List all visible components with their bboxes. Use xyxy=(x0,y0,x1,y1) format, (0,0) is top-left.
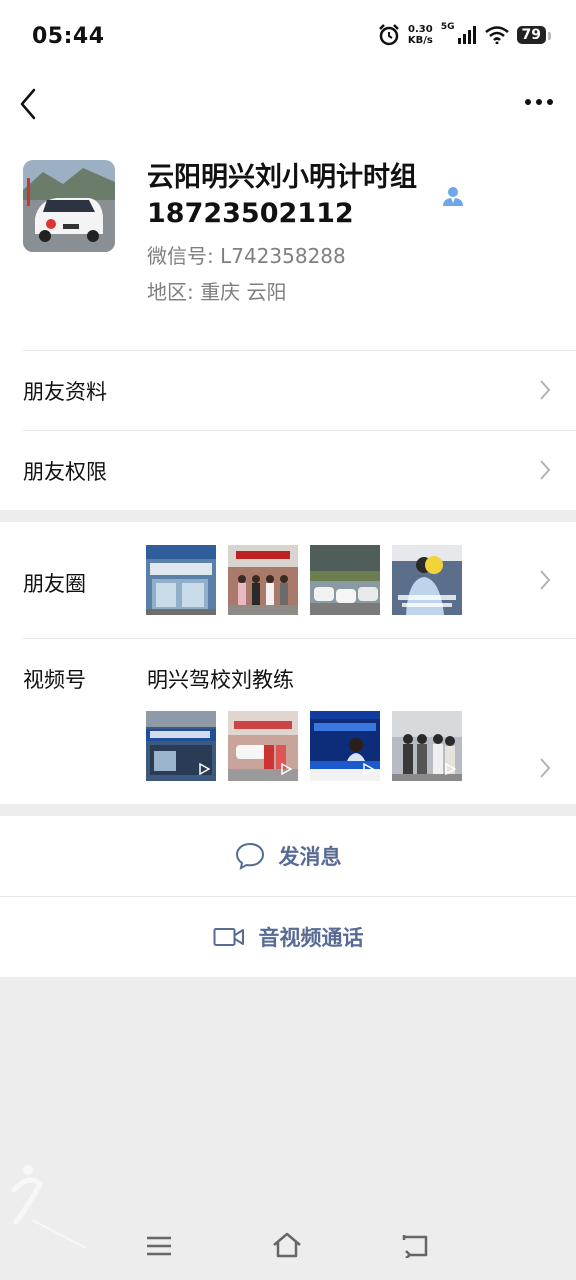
network-type: 5G xyxy=(440,22,455,32)
play-icon xyxy=(199,763,210,775)
send-message-label: 发消息 xyxy=(278,845,342,869)
channel-video-thumbnail[interactable] xyxy=(392,711,462,781)
chevron-left-icon[interactable] xyxy=(14,84,44,124)
contact-icon xyxy=(443,187,463,206)
channels-row[interactable]: 视频号 明兴驾校刘教练 xyxy=(0,638,576,804)
profile-name: 云阳明兴刘小明计时组18723502112 xyxy=(147,162,417,229)
moments-channels-group: 朋友圈 视频号 明兴驾校刘教练 xyxy=(0,522,576,804)
channels-label: 视频号 xyxy=(23,668,86,692)
friend-info-label: 朋友资料 xyxy=(23,380,107,404)
moments-thumbnail[interactable] xyxy=(392,545,462,615)
more-icon[interactable] xyxy=(524,96,554,108)
friend-permissions-label: 朋友权限 xyxy=(23,460,107,484)
video-camera-icon xyxy=(213,928,244,946)
friend-info-row[interactable]: 朋友资料 xyxy=(0,350,576,430)
avatar[interactable] xyxy=(23,160,115,252)
signal-icon xyxy=(457,26,476,44)
play-icon xyxy=(363,763,374,775)
channel-video-thumbnail[interactable] xyxy=(228,711,298,781)
battery-level: 79 xyxy=(516,26,552,44)
friend-settings-group: 朋友资料 朋友权限 xyxy=(0,350,576,510)
status-time: 05:44 xyxy=(32,24,105,49)
chevron-right-icon xyxy=(540,570,551,590)
alarm-icon xyxy=(378,24,399,46)
home-icon[interactable] xyxy=(272,1232,302,1258)
moments-thumbnail[interactable] xyxy=(310,545,380,615)
menu-icon[interactable] xyxy=(146,1236,172,1256)
chat-bubble-icon xyxy=(235,842,264,870)
net-speed: 0.30 KB/s xyxy=(407,24,433,46)
profile-header: 云阳明兴刘小明计时组18723502112 微信号: L742358288 地区… xyxy=(0,136,576,350)
play-icon xyxy=(445,763,456,775)
send-message-button[interactable]: 发消息 xyxy=(0,816,576,896)
channel-video-thumbnail[interactable] xyxy=(146,711,216,781)
chevron-right-icon xyxy=(540,460,551,480)
chevron-right-icon xyxy=(540,380,551,400)
wifi-icon xyxy=(484,26,509,44)
video-call-button[interactable]: 音视频通话 xyxy=(0,897,576,977)
region: 地区: 重庆 云阳 xyxy=(147,280,287,304)
play-icon xyxy=(281,763,292,775)
moments-label: 朋友圈 xyxy=(23,572,86,596)
channel-video-thumbnail[interactable] xyxy=(310,711,380,781)
video-call-label: 音视频通话 xyxy=(258,926,364,950)
moments-thumbnail[interactable] xyxy=(146,545,216,615)
moments-thumbnail[interactable] xyxy=(228,545,298,615)
moments-thumbnails xyxy=(146,545,462,615)
status-bar: 05:44 0.30 KB/s 5G 79 xyxy=(0,0,576,76)
friend-permissions-row[interactable]: 朋友权限 xyxy=(0,430,576,510)
moments-row[interactable]: 朋友圈 xyxy=(0,522,576,638)
status-icons: 0.30 KB/s 5G 79 xyxy=(378,22,552,46)
return-icon[interactable] xyxy=(402,1234,430,1258)
wechat-id: 微信号: L742358288 xyxy=(147,244,346,268)
chevron-right-icon xyxy=(540,758,551,778)
channel-thumbnails xyxy=(146,711,462,781)
channel-name: 明兴驾校刘教练 xyxy=(147,668,294,692)
nav-bar xyxy=(0,76,576,136)
system-nav-bar xyxy=(0,1210,576,1280)
